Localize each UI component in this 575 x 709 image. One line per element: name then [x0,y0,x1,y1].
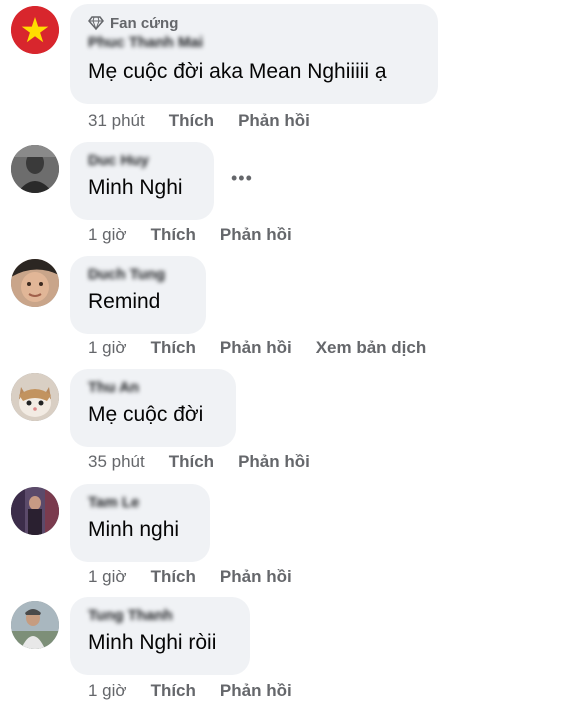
reply-button[interactable]: Phản hồi [238,111,310,131]
reply-button[interactable]: Phản hồi [220,225,292,245]
comment-author[interactable]: Duch Tung [88,266,188,284]
like-button[interactable]: Thích [151,225,196,245]
comment-bubble: Fan cứng Phuc Thanh Mai Mẹ cuộc đời aka … [70,4,438,104]
comment-time[interactable]: 1 giờ [88,225,127,245]
fan-badge: Fan cứng [88,14,420,32]
comment-text: Mẹ cuộc đời aka Mean Nghiiiii ạ [88,60,387,83]
comment-text: Mẹ cuộc đời [88,403,204,426]
comment-author[interactable]: Phuc Thanh Mai [88,34,420,52]
comment-actions: 1 giờ Thích Phản hồi [88,681,292,701]
user-photo-icon [11,259,59,307]
comment-text: Remind [88,290,161,313]
avatar[interactable] [11,373,59,421]
comment-author[interactable]: Duc Huy [88,152,196,170]
comment-author[interactable]: Thu An [88,379,218,397]
user-photo-icon [11,487,59,535]
like-button[interactable]: Thích [151,338,196,358]
comment-actions: 31 phút Thích Phản hồi [88,111,310,131]
translate-button[interactable]: Xem bản dịch [316,338,427,358]
reply-button[interactable]: Phản hồi [220,681,292,701]
like-button[interactable]: Thích [169,452,214,472]
comment-time[interactable]: 35 phút [88,452,145,472]
comment-time[interactable]: 1 giờ [88,681,127,701]
avatar[interactable] [11,601,59,649]
reply-button[interactable]: Phản hồi [238,452,310,472]
comment-author[interactable]: Tung Thanh [88,607,232,625]
comment-text: Minh nghi [88,518,180,541]
comment-actions: 1 giờ Thích Phản hồi [88,225,292,245]
cat-photo-icon [11,373,59,421]
more-options-icon[interactable]: ••• [231,168,253,189]
like-button[interactable]: Thích [169,111,214,131]
comment-bubble: Duch Tung Remind [70,256,206,334]
reply-button[interactable]: Phản hồi [220,338,292,358]
user-photo-icon [11,145,59,193]
like-button[interactable]: Thích [151,567,196,587]
vietnam-flag-icon [11,6,59,54]
comment-text: Minh Nghi ròii [88,631,217,654]
comment-actions: 1 giờ Thích Phản hồi [88,567,292,587]
user-photo-icon [11,601,59,649]
comment-actions: 35 phút Thích Phản hồi [88,452,310,472]
badge-label: Fan cứng [110,14,179,32]
comment-text: Minh Nghi [88,176,183,199]
like-button[interactable]: Thích [151,681,196,701]
comment-time[interactable]: 31 phút [88,111,145,131]
avatar[interactable] [11,487,59,535]
comment-bubble: Tam Le Minh nghi [70,484,210,562]
avatar[interactable] [11,259,59,307]
avatar[interactable] [11,145,59,193]
reply-button[interactable]: Phản hồi [220,567,292,587]
comment-bubble: Thu An Mẹ cuộc đời [70,369,236,447]
comment-time[interactable]: 1 giờ [88,338,127,358]
comment-bubble: Duc Huy Minh Nghi [70,142,214,220]
comment-actions: 1 giờ Thích Phản hồi Xem bản dịch [88,338,426,358]
comment-author[interactable]: Tam Le [88,494,192,512]
diamond-icon [88,16,104,31]
comment-bubble: Tung Thanh Minh Nghi ròii [70,597,250,675]
avatar[interactable] [11,6,59,54]
comment-time[interactable]: 1 giờ [88,567,127,587]
